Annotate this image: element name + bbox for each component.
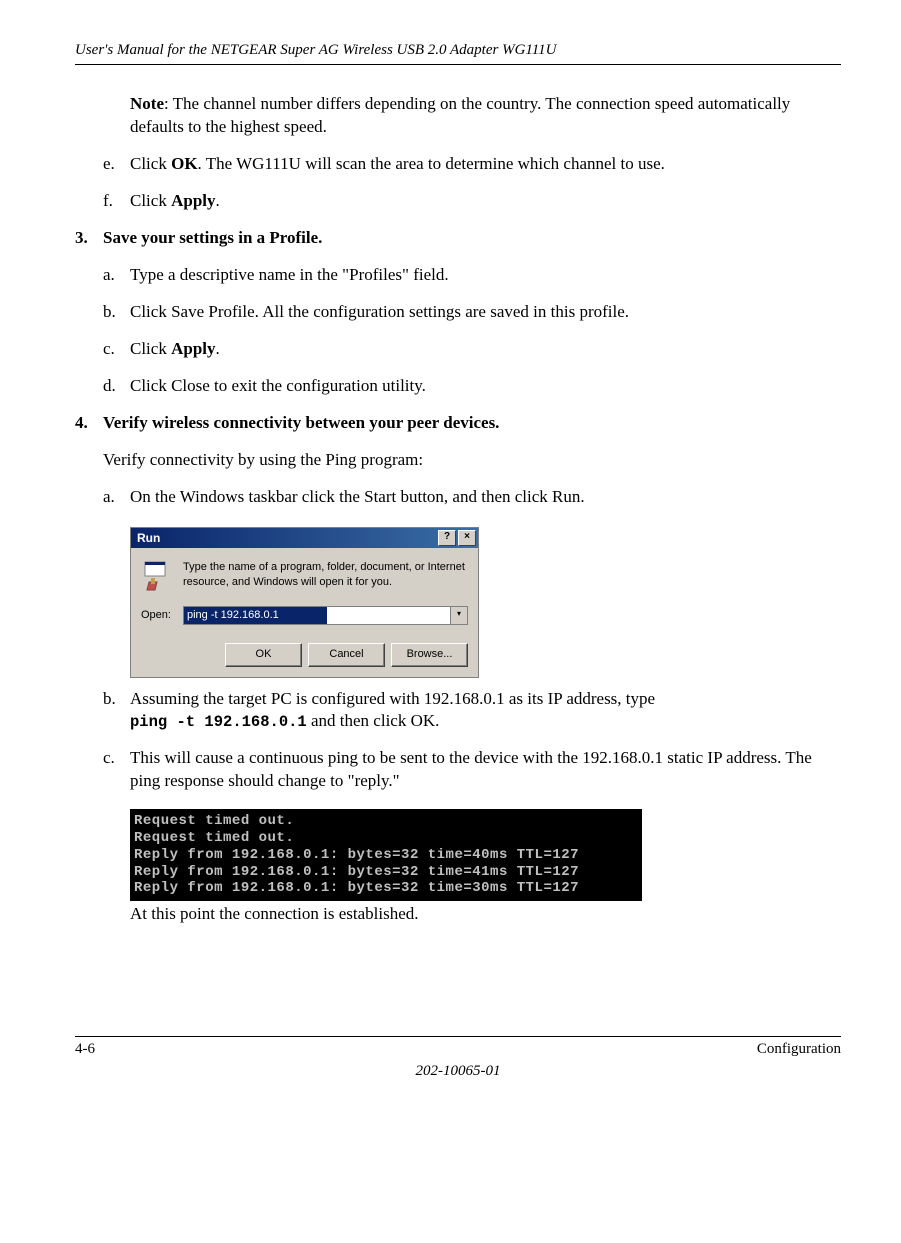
step-e: e. Click OK. The WG111U will scan the ar…: [103, 153, 841, 176]
page-number: 4-6: [75, 1039, 95, 1059]
step-3c-bold: Apply: [171, 339, 215, 358]
run-input-combo[interactable]: ping -t 192.168.0.1 ▾: [183, 606, 468, 625]
step-3d-letter: d.: [103, 375, 130, 398]
dropdown-icon[interactable]: ▾: [450, 607, 467, 624]
step-4: 4. Verify wireless connectivity between …: [75, 412, 841, 435]
run-desc: Type the name of a program, folder, docu…: [183, 560, 468, 590]
step-3c-pre: Click: [130, 339, 171, 358]
run-app-icon: [141, 560, 173, 592]
step-4b: b. Assuming the target PC is configured …: [103, 688, 841, 734]
step-e-post: . The WG111U will scan the area to deter…: [198, 154, 665, 173]
step-f-letter: f.: [103, 190, 130, 213]
doc-number: 202-10065-01: [75, 1061, 841, 1081]
step-4c-text: This will cause a continuous ping to be …: [130, 747, 841, 793]
step-3d: d. Click Close to exit the configuration…: [103, 375, 841, 398]
step-f-pre: Click: [130, 191, 171, 210]
step-4c: c. This will cause a continuous ping to …: [103, 747, 841, 793]
run-titlebar: Run ? ×: [131, 528, 478, 548]
footer-line: 4-6 Configuration: [75, 1036, 841, 1059]
step-4b-text: Assuming the target PC is configured wit…: [130, 688, 655, 734]
step-3d-text: Click Close to exit the configuration ut…: [130, 375, 426, 398]
browse-button[interactable]: Browse...: [391, 643, 468, 667]
step-e-bold: OK: [171, 154, 197, 173]
step-3a: a. Type a descriptive name in the "Profi…: [103, 264, 841, 287]
step-3b-letter: b.: [103, 301, 130, 324]
run-input-rest: [327, 607, 450, 624]
step-e-letter: e.: [103, 153, 130, 176]
step-e-text: Click OK. The WG111U will scan the area …: [130, 153, 665, 176]
step-f-post: .: [216, 191, 220, 210]
run-body: Type the name of a program, folder, docu…: [131, 548, 478, 677]
run-open-label: Open:: [141, 608, 183, 623]
step-3a-text: Type a descriptive name in the "Profiles…: [130, 264, 449, 287]
close-button[interactable]: ×: [458, 530, 476, 546]
ok-button[interactable]: OK: [225, 643, 302, 667]
step-3: 3. Save your settings in a Profile.: [75, 227, 841, 250]
note-paragraph: Note: The channel number differs dependi…: [130, 93, 841, 139]
run-dialog: Run ? × Type the name of a program, fold…: [130, 527, 479, 678]
step-3a-letter: a.: [103, 264, 130, 287]
step-4a: a. On the Windows taskbar click the Star…: [103, 486, 841, 509]
step-4-intro: Verify connectivity by using the Ping pr…: [103, 449, 841, 472]
step-3c: c. Click Apply.: [103, 338, 841, 361]
note-label: Note: [130, 94, 164, 113]
step-3c-letter: c.: [103, 338, 130, 361]
run-title: Run: [137, 530, 436, 546]
step-f-text: Click Apply.: [130, 190, 220, 213]
run-desc-row: Type the name of a program, folder, docu…: [141, 560, 468, 592]
step-4b-post: and then click OK.: [307, 711, 440, 730]
step-3-num: 3.: [75, 227, 103, 250]
step-3-text: Save your settings in a Profile.: [103, 227, 322, 250]
note-text: : The channel number differs depending o…: [130, 94, 790, 136]
step-f-bold: Apply: [171, 191, 215, 210]
run-input[interactable]: ping -t 192.168.0.1: [184, 607, 327, 624]
step-4b-mono: ping -t 192.168.0.1: [130, 713, 307, 731]
step-4a-letter: a.: [103, 486, 130, 509]
page-footer: 4-6 Configuration 202-10065-01: [75, 1036, 841, 1082]
step-4b-pre: Assuming the target PC is configured wit…: [130, 689, 655, 708]
step-4b-letter: b.: [103, 688, 130, 734]
terminal-output: Request timed out. Request timed out. Re…: [130, 809, 642, 901]
step-f: f. Click Apply.: [103, 190, 841, 213]
run-open-row: Open: ping -t 192.168.0.1 ▾: [141, 606, 468, 625]
step-3b: b. Click Save Profile. All the configura…: [103, 301, 841, 324]
section-name: Configuration: [757, 1039, 841, 1059]
step-4-text: Verify wireless connectivity between you…: [103, 412, 499, 435]
step-3c-text: Click Apply.: [130, 338, 220, 361]
step-3b-text: Click Save Profile. All the configuratio…: [130, 301, 629, 324]
step-e-pre: Click: [130, 154, 171, 173]
cancel-button[interactable]: Cancel: [308, 643, 385, 667]
after-terminal-text: At this point the connection is establis…: [130, 903, 841, 926]
page-header: User's Manual for the NETGEAR Super AG W…: [75, 40, 841, 65]
run-buttons: OK Cancel Browse...: [141, 643, 468, 667]
step-4-num: 4.: [75, 412, 103, 435]
step-4c-letter: c.: [103, 747, 130, 793]
step-3c-post: .: [216, 339, 220, 358]
step-4a-text: On the Windows taskbar click the Start b…: [130, 486, 585, 509]
help-button[interactable]: ?: [438, 530, 456, 546]
